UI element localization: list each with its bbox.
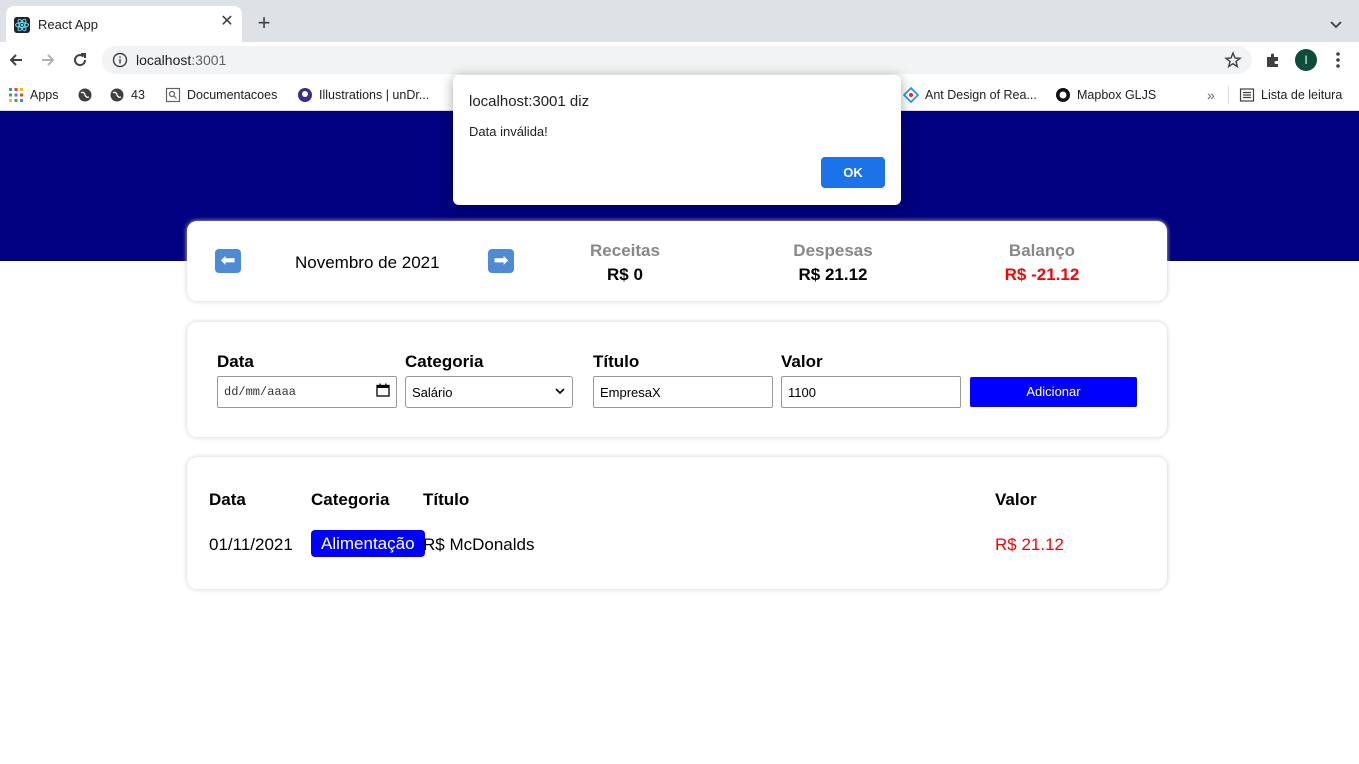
bookmark-mapbox[interactable]: Mapbox GLJS xyxy=(1055,86,1156,104)
bookmark-label: Mapbox GLJS xyxy=(1077,88,1157,102)
close-icon[interactable]: ✕ xyxy=(218,13,236,31)
column-header-category: Categoria xyxy=(311,490,390,509)
date-label: Data xyxy=(217,352,254,371)
page-content: ⬅ Novembro de 2021 ➡ Receitas R$ 0 Despe… xyxy=(0,111,1359,764)
puzzle-icon[interactable] xyxy=(1264,51,1282,69)
apps-grid-icon xyxy=(8,87,24,103)
profile-avatar[interactable]: I xyxy=(1295,49,1317,71)
add-button[interactable]: Adicionar xyxy=(970,377,1137,407)
value-field: Valor 1100 xyxy=(781,352,961,408)
alert-dialog: localhost:3001 diz Data inválida! OK xyxy=(453,75,901,205)
bookmark-label: Ant Design of Rea... xyxy=(925,88,1037,102)
browser-tab-strip: React App ✕ + xyxy=(0,0,1359,42)
row-date: 01/11/2021 xyxy=(209,535,293,554)
balance-value: R$ -21.12 xyxy=(1004,265,1080,284)
dialog-message: Data inválida! xyxy=(469,124,548,139)
title-input[interactable]: EmpresaX xyxy=(593,376,773,408)
date-input[interactable]: dd/mm/aaaa xyxy=(217,376,397,408)
star-icon[interactable] xyxy=(1224,51,1242,69)
bookmark-documentacoes[interactable]: Documentacoes xyxy=(165,86,277,104)
address-bar[interactable]: localhost:3001 xyxy=(102,46,1252,74)
reading-list-button[interactable]: Lista de leitura xyxy=(1239,86,1342,104)
bookmark-antd[interactable]: Ant Design of Rea... xyxy=(902,86,1037,104)
row-title: R$ McDonalds xyxy=(423,535,535,554)
category-selected: Salário xyxy=(412,384,453,400)
date-field: Data dd/mm/aaaa xyxy=(217,352,397,408)
bookmark-label: Apps xyxy=(30,88,59,102)
reading-list-icon xyxy=(1239,87,1255,103)
undraw-logo-icon xyxy=(297,87,313,103)
category-badge: Alimentação xyxy=(311,530,425,557)
expense-label: Despesas xyxy=(793,241,873,260)
income-label: Receitas xyxy=(590,241,660,260)
new-tab-button[interactable]: + xyxy=(252,12,276,36)
balance-stat: Balanço R$ -21.12 xyxy=(972,241,1112,285)
antd-logo-icon xyxy=(902,86,920,104)
column-header-date: Data xyxy=(209,490,246,509)
bookmark-43[interactable]: 43 xyxy=(109,86,145,104)
bookmark-globe[interactable] xyxy=(77,86,93,104)
expense-value: R$ 21.12 xyxy=(798,265,868,284)
url-port: :3001 xyxy=(191,52,227,68)
prev-month-button[interactable]: ⬅ xyxy=(215,249,241,273)
title-field: Título EmpresaX xyxy=(593,352,773,408)
ok-button[interactable]: OK xyxy=(821,157,885,188)
browser-toolbar: localhost:3001 I xyxy=(0,42,1359,78)
bookmark-label: 43 xyxy=(131,88,145,102)
date-placeholder: dd/mm/aaaa xyxy=(224,385,297,399)
expense-stat: Despesas R$ 21.12 xyxy=(763,241,903,285)
balance-label: Balanço xyxy=(1008,241,1076,260)
current-month: Novembro de 2021 xyxy=(295,253,440,272)
bookmark-apps[interactable]: Apps xyxy=(8,86,59,104)
kebab-menu-icon[interactable] xyxy=(1330,50,1346,70)
income-stat: Receitas R$ 0 xyxy=(555,241,695,285)
back-arrow-icon[interactable] xyxy=(6,50,26,70)
browser-tab[interactable]: React App ✕ xyxy=(6,6,242,42)
mapbox-logo-icon xyxy=(1055,87,1071,103)
reload-icon[interactable] xyxy=(70,50,90,70)
title-label: Título xyxy=(593,352,640,371)
add-entry-form: Data dd/mm/aaaa Categoria Salário Título… xyxy=(187,322,1167,437)
income-value: R$ 0 xyxy=(607,265,643,284)
bookmarks-divider xyxy=(1228,86,1229,104)
url-text: localhost:3001 xyxy=(136,52,226,68)
url-host: localhost xyxy=(136,52,192,68)
react-favicon-icon xyxy=(14,17,30,33)
bookmark-label: Illustrations | unDr... xyxy=(319,88,430,102)
globe-icon xyxy=(109,87,125,103)
bookmark-undraw[interactable]: Illustrations | unDr... xyxy=(297,86,429,104)
category-field: Categoria Salário xyxy=(405,352,573,408)
category-label: Categoria xyxy=(405,352,484,371)
column-header-value: Valor xyxy=(995,490,1037,509)
column-header-title: Título xyxy=(423,490,470,509)
bookmarks-overflow-button[interactable]: » xyxy=(1207,86,1215,104)
calendar-icon[interactable] xyxy=(376,383,390,401)
dialog-title: localhost:3001 diz xyxy=(469,93,590,110)
row-value: R$ 21.12 xyxy=(995,535,1064,554)
info-icon[interactable] xyxy=(112,52,128,68)
category-select[interactable]: Salário xyxy=(405,376,573,408)
value-label: Valor xyxy=(781,352,823,371)
bookmark-label: Documentacoes xyxy=(187,88,278,102)
value-input[interactable]: 1100 xyxy=(781,376,961,408)
chevron-down-icon xyxy=(554,385,566,400)
bookmark-label: Lista de leitura xyxy=(1261,88,1343,102)
chevron-down-icon[interactable] xyxy=(1326,14,1346,34)
summary-card: ⬅ Novembro de 2021 ➡ Receitas R$ 0 Despe… xyxy=(187,221,1167,301)
entries-table: Data Categoria Título Valor 01/11/2021 A… xyxy=(187,457,1167,589)
search-doc-icon xyxy=(165,87,181,103)
forward-arrow-icon[interactable] xyxy=(38,50,58,70)
tab-title: React App xyxy=(38,17,98,32)
next-month-button[interactable]: ➡ xyxy=(488,249,514,273)
globe-icon xyxy=(77,87,93,103)
